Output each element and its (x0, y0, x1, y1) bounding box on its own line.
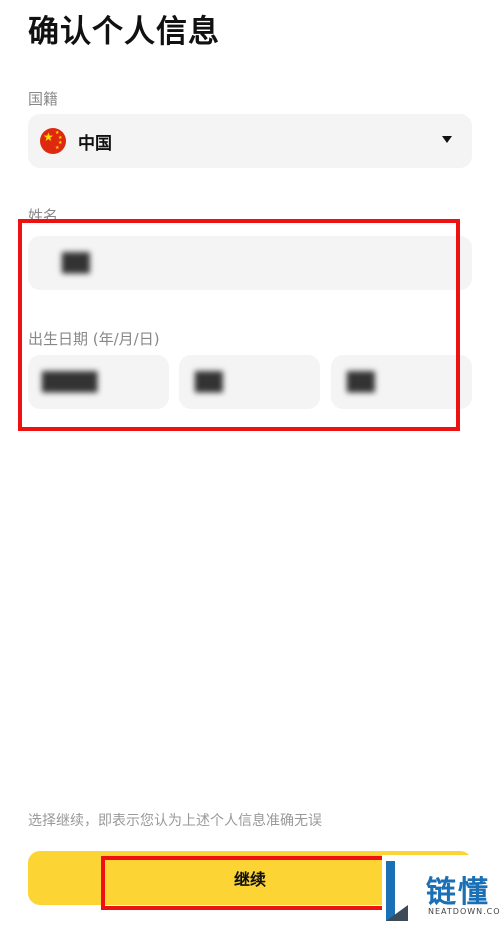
dob-label: 出生日期 (年/月/日) (28, 330, 160, 348)
watermark-subtext: NEATDOWN.COM (428, 907, 500, 916)
name-label: 姓名 (28, 207, 59, 225)
name-field[interactable]: ██ (28, 236, 472, 290)
watermark-logo-icon (386, 861, 408, 921)
continue-button-label: 继续 (233, 872, 266, 889)
chevron-down-icon (442, 136, 452, 143)
name-value: ██ (62, 252, 90, 274)
nationality-select[interactable]: ★ ★ ★ ★ ★ 中国 (28, 114, 472, 168)
nationality-label: 国籍 (28, 90, 59, 108)
dob-month-value: ██ (195, 371, 223, 393)
dob-year-field[interactable]: ████ (28, 355, 169, 409)
dob-day-value: ██ (347, 371, 375, 393)
china-flag-icon: ★ ★ ★ ★ ★ (40, 128, 66, 154)
dob-day-field[interactable]: ██ (331, 355, 472, 409)
page-title: 确认个人信息 (28, 14, 220, 50)
watermark-text: 链懂 (426, 875, 490, 910)
dob-year-value: ████ (42, 371, 98, 393)
watermark: 链懂 NEATDOWN.COM (382, 855, 500, 929)
disclaimer-text: 选择继续，即表示您认为上述个人信息准确无误 (28, 813, 322, 829)
nationality-value: 中国 (78, 133, 112, 154)
dob-month-field[interactable]: ██ (179, 355, 320, 409)
